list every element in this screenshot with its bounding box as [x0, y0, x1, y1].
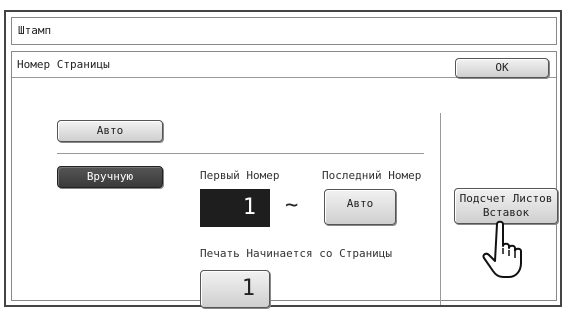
manual-mode-button[interactable]: Вручную	[57, 166, 163, 188]
last-number-auto-label: Авто	[346, 197, 374, 210]
divider-vertical	[440, 113, 441, 305]
divider-horizontal	[57, 153, 424, 154]
stamp-window: Штамп Номер Страницы OK Авто Вручную Пер…	[4, 10, 562, 308]
print-start-page-field[interactable]: 1	[200, 270, 270, 308]
panel-title: Номер Страницы	[17, 58, 110, 71]
print-start-page-label: Печать Начинается со Страницы	[200, 247, 393, 260]
panel-title-bar: Номер Страницы OK	[12, 52, 556, 78]
window-title: Штамп	[11, 17, 557, 45]
count-insert-sheets-line1: Подсчет Листов	[459, 192, 553, 205]
first-number-field[interactable]: 1	[200, 189, 270, 227]
last-number-label: Последний Номер	[322, 169, 422, 182]
last-number-auto-button[interactable]: Авто	[324, 189, 396, 225]
hand-pointer-icon	[480, 220, 532, 286]
range-separator: ~	[285, 193, 299, 218]
count-insert-sheets-line2: Вставок	[482, 206, 530, 219]
ok-button[interactable]: OK	[455, 58, 549, 78]
auto-mode-button[interactable]: Авто	[57, 120, 163, 142]
count-insert-sheets-button[interactable]: Подсчет Листов Вставок	[454, 188, 558, 224]
first-number-label: Первый Номер	[200, 169, 280, 182]
page-number-panel: Номер Страницы OK Авто Вручную Первый Но…	[11, 51, 558, 308]
